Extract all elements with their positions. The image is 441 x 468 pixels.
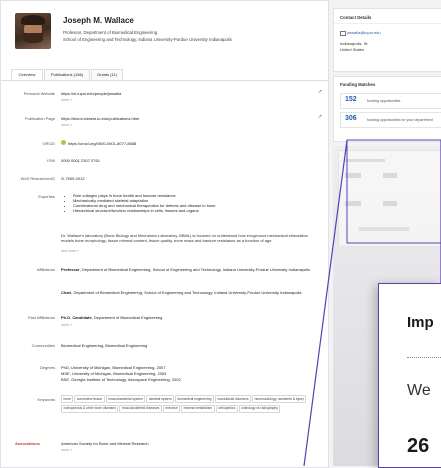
zoom-overlay-card: Imp We 26 <box>378 283 441 468</box>
overlay-heading: Imp <box>407 314 434 331</box>
overlay-divider <box>407 357 441 358</box>
zoom-callout-lines <box>303 139 441 466</box>
overlay-subtext: We <box>407 382 431 399</box>
overlay-number: 26 <box>407 435 430 457</box>
